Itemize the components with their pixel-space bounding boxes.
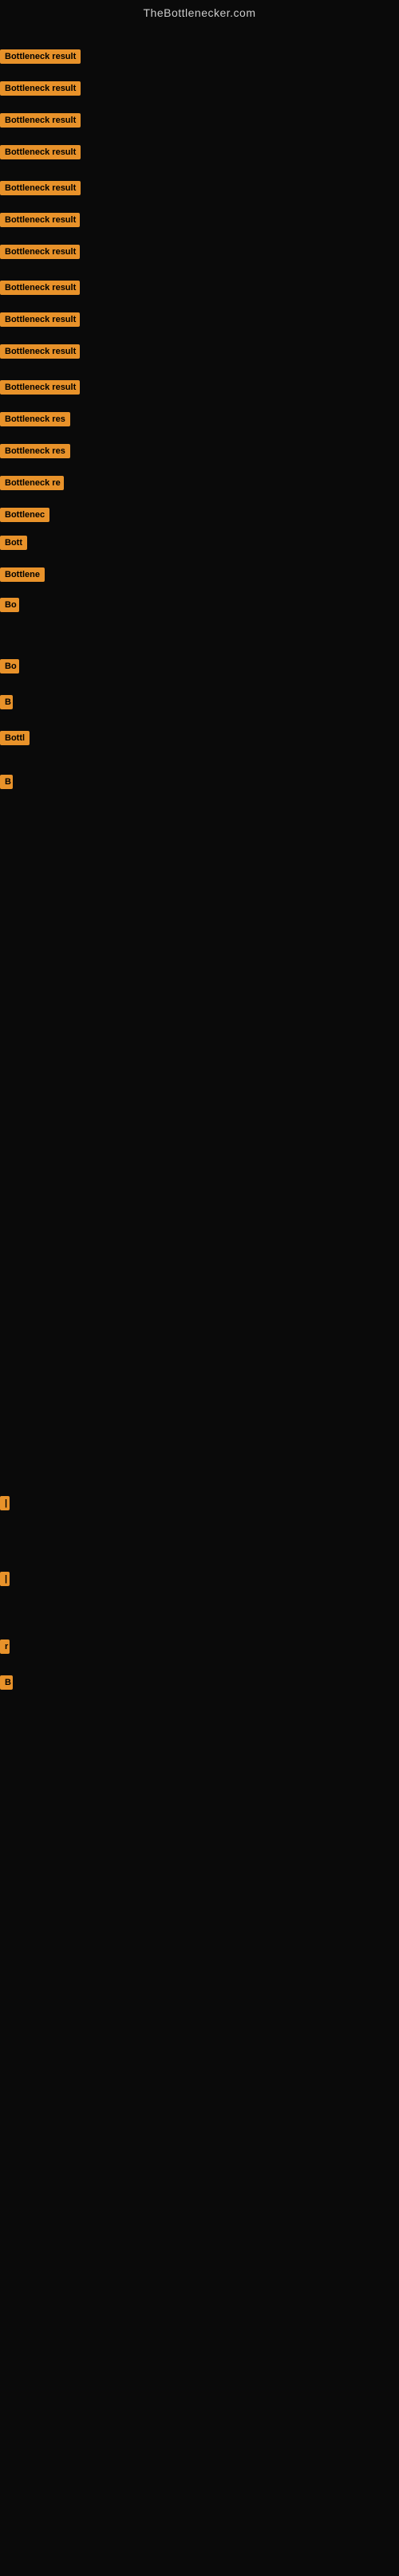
bottleneck-result-badge: Bottleneck result	[0, 181, 81, 195]
bottleneck-result-badge: Bo	[0, 659, 19, 673]
bottleneck-result-badge: Bottleneck result	[0, 380, 80, 395]
bottleneck-result-badge: B	[0, 775, 13, 789]
bottleneck-result-badge: Bottleneck res	[0, 412, 70, 426]
bottleneck-result-badge: Bottleneck result	[0, 213, 80, 227]
bottleneck-result-badge: Bottleneck result	[0, 145, 81, 159]
bottleneck-result-badge: |	[0, 1572, 10, 1586]
bottleneck-result-badge: B	[0, 1675, 13, 1690]
bottleneck-result-badge: Bottleneck result	[0, 312, 80, 327]
bottleneck-result-badge: Bottleneck re	[0, 476, 64, 490]
bottleneck-result-badge: Bo	[0, 598, 19, 612]
bottleneck-result-badge: Bott	[0, 536, 27, 550]
bottleneck-result-badge: Bottleneck result	[0, 49, 81, 64]
bottleneck-result-badge: Bottleneck result	[0, 245, 80, 259]
bottleneck-result-badge: |	[0, 1496, 10, 1510]
bottleneck-result-badge: r	[0, 1639, 10, 1654]
bottleneck-result-badge: Bottlenec	[0, 508, 49, 522]
bottleneck-result-badge: Bottleneck result	[0, 281, 80, 295]
bottleneck-result-badge: Bottleneck result	[0, 81, 81, 96]
site-title: TheBottlenecker.com	[0, 0, 399, 26]
bottleneck-result-badge: Bottlene	[0, 567, 45, 582]
bottleneck-result-badge: Bottleneck res	[0, 444, 70, 458]
bottleneck-result-badge: Bottleneck result	[0, 344, 80, 359]
bottleneck-result-badge: B	[0, 695, 13, 709]
bottleneck-result-badge: Bottl	[0, 731, 30, 745]
bottleneck-result-badge: Bottleneck result	[0, 113, 81, 128]
